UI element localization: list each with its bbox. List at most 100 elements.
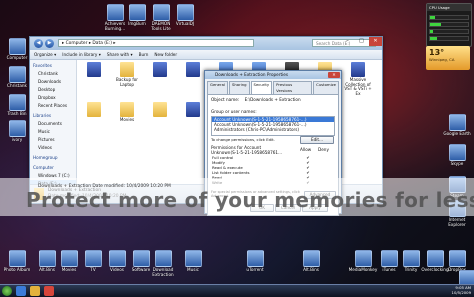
- weather-temp: 13°: [426, 46, 470, 57]
- nav-section[interactable]: Homegroup: [30, 154, 76, 162]
- group-label: Group or user names:: [211, 109, 257, 114]
- nav-section[interactable]: Libraries: [30, 112, 76, 120]
- application-icon: [185, 250, 202, 267]
- nav-item[interactable]: Dropbox: [30, 94, 76, 102]
- file-icon: [186, 102, 200, 117]
- address-bar[interactable]: ▸ Computer ▸ Data (E:) ▸: [58, 39, 254, 47]
- desktop-icon[interactable]: VirtualDJ: [170, 4, 200, 27]
- desktop-icon[interactable]: Trash Bin: [2, 94, 32, 117]
- application-icon: [303, 250, 320, 267]
- properties-titlebar[interactable]: Downloads + Extraction Properties ✕: [205, 71, 341, 79]
- file-label: Backup for Laptop: [111, 78, 143, 87]
- cpu-core-bar: [429, 15, 469, 20]
- application-icon: [9, 250, 26, 267]
- application-icon: [129, 4, 146, 21]
- user-list[interactable]: Account Unknown(S-1-5-21-1958658761-...)…: [211, 116, 335, 136]
- nav-item[interactable]: Music: [30, 128, 76, 136]
- application-icon: [247, 250, 264, 267]
- file-item[interactable]: Backup for Laptop: [111, 62, 143, 87]
- nav-item[interactable]: Downloads: [30, 78, 76, 86]
- tab-sharing[interactable]: Sharing: [229, 81, 250, 94]
- minimize-button[interactable]: –: [341, 37, 354, 46]
- cpu-meter-gadget: CPU Usage: [426, 3, 472, 47]
- desktop-icon[interactable]: Music: [178, 250, 208, 273]
- user-list-item[interactable]: Administrators (Chris-PC\Administrators): [212, 127, 334, 132]
- desktop-icon[interactable]: Alt.Bins: [296, 250, 326, 273]
- desktop-icon-label: Internet Explorer: [442, 218, 472, 227]
- tab-customize[interactable]: Customize: [313, 81, 339, 94]
- weather-gadget: 13° Winnipeg, CA: [426, 46, 470, 70]
- nav-item[interactable]: Recent Places: [30, 102, 76, 110]
- desktop-icon[interactable]: Christank: [2, 66, 32, 89]
- tab-general[interactable]: General: [207, 81, 228, 94]
- allow-header: Allow: [300, 147, 311, 152]
- explorer-taskbar-icon[interactable]: [30, 286, 40, 296]
- file-item[interactable]: [78, 62, 110, 78]
- file-icon: [87, 62, 101, 77]
- application-icon: [381, 250, 398, 267]
- toolbar-button[interactable]: New folder: [154, 52, 177, 57]
- tab-security[interactable]: Security: [251, 81, 273, 94]
- application-icon: [9, 38, 26, 55]
- tab-previous-versions[interactable]: Previous Versions: [273, 81, 312, 94]
- application-icon: [61, 250, 78, 267]
- file-item[interactable]: Movies: [111, 102, 143, 123]
- nav-item[interactable]: Christank: [30, 70, 76, 78]
- watermark-text: Protect more of your memories for less!: [26, 188, 474, 212]
- close-button[interactable]: ✕: [369, 37, 382, 46]
- file-label: Movies: [111, 118, 143, 123]
- nav-section[interactable]: Favorites: [30, 62, 76, 70]
- application-icon: [449, 114, 466, 131]
- toolbar-button[interactable]: Include in library ▾: [62, 52, 101, 57]
- toolbar-button[interactable]: Burn: [139, 52, 149, 57]
- nav-item[interactable]: Desktop: [30, 86, 76, 94]
- application-icon: [9, 120, 26, 137]
- nav-section[interactable]: Computer: [30, 164, 76, 172]
- nav-item[interactable]: Documents: [30, 120, 76, 128]
- desktop-icon-label: Google Earth: [442, 132, 472, 137]
- toolbar-button[interactable]: Organize ▾: [34, 52, 56, 57]
- desktop-icon-label: Photo Album: [2, 268, 32, 273]
- desktop-icon-label: Computer: [2, 56, 32, 61]
- file-item[interactable]: [144, 102, 176, 118]
- back-button[interactable]: ◀: [34, 39, 43, 48]
- desktop-icon[interactable]: Computer: [2, 38, 32, 61]
- edit-button[interactable]: Edit...: [300, 136, 334, 144]
- file-item[interactable]: [78, 102, 110, 118]
- toolbar-button[interactable]: Share with ▾: [107, 52, 133, 57]
- application-icon: [39, 250, 56, 267]
- deny-header: Deny: [318, 147, 329, 152]
- watermark-banner: Downloads + Extraction Date modified: 10…: [0, 178, 474, 216]
- media-taskbar-icon[interactable]: [44, 286, 54, 296]
- weather-location: Winnipeg, CA: [426, 57, 470, 62]
- desktop-icon[interactable]: Download Extraction: [148, 250, 178, 277]
- application-icon: [427, 250, 444, 267]
- application-icon: [355, 250, 372, 267]
- desktop-icon-label: ivory: [2, 138, 32, 143]
- file-item[interactable]: [144, 62, 176, 78]
- explorer-titlebar[interactable]: ◀ ▶ ▸ Computer ▸ Data (E:) ▸ Search Data…: [30, 37, 382, 50]
- desktop-icon[interactable]: Google Earth: [442, 114, 472, 137]
- desktop-icon-label: Skype: [442, 162, 472, 167]
- desktop-icon[interactable]: uTorrent: [240, 250, 270, 273]
- system-clock[interactable]: 9:05 AM 10/5/2009: [452, 286, 471, 295]
- nav-item[interactable]: Videos: [30, 144, 76, 152]
- ie-taskbar-icon[interactable]: [16, 286, 26, 296]
- desktop-icon[interactable]: ivory: [2, 120, 32, 143]
- file-icon: [186, 62, 200, 77]
- properties-title: Downloads + Extraction Properties: [215, 72, 288, 77]
- file-label: Massive Collection of VST & VSTi + Ex: [342, 78, 374, 96]
- desktop-icon[interactable]: Photo Album: [2, 250, 32, 273]
- file-item[interactable]: Massive Collection of VST & VSTi + Ex: [342, 62, 374, 96]
- maximize-button[interactable]: □: [355, 37, 368, 46]
- cpu-core-bar: [429, 29, 469, 34]
- close-button[interactable]: ✕: [328, 72, 340, 78]
- desktop-icon[interactable]: Skype: [442, 144, 472, 167]
- forward-button[interactable]: ▶: [45, 39, 54, 48]
- navigation-pane: FavoritesChristankDownloadsDesktopDropbo…: [30, 60, 77, 185]
- start-button[interactable]: [2, 286, 12, 296]
- desktop-icon-label: Music: [178, 268, 208, 273]
- nav-item[interactable]: Pictures: [30, 136, 76, 144]
- desktop-icon-label: Alt.Bins: [296, 268, 326, 273]
- application-icon: [109, 250, 126, 267]
